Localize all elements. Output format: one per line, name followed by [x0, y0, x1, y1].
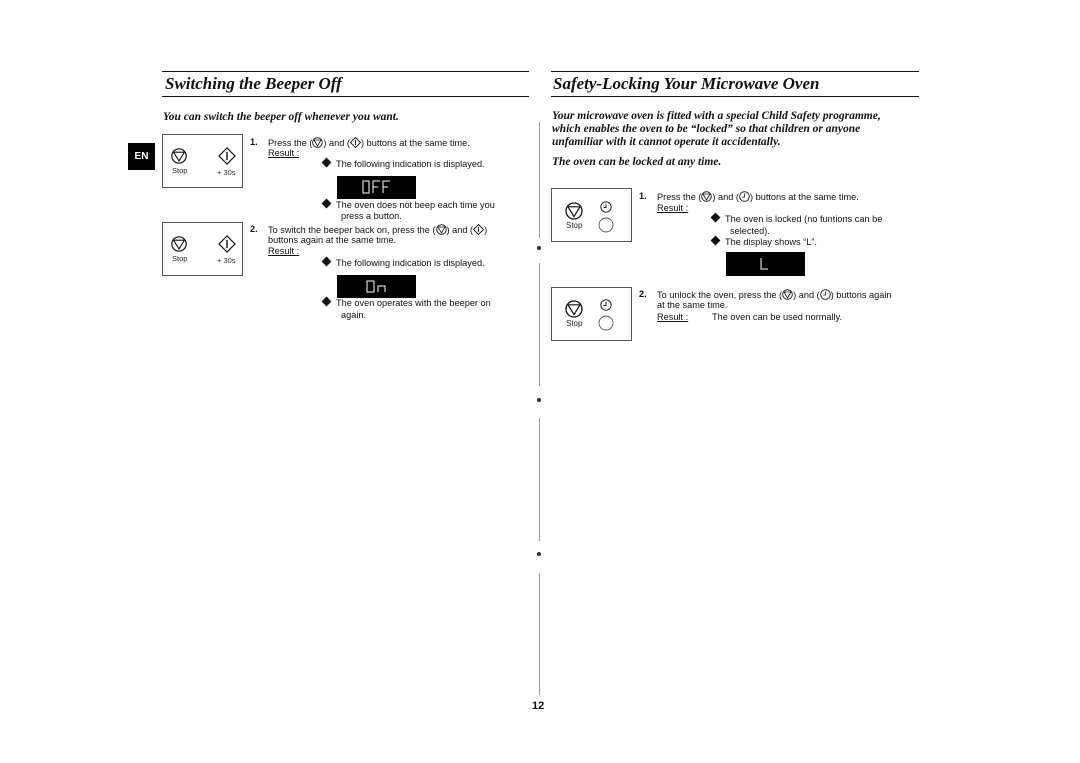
control-panel-illustration-3: Stop — [551, 188, 632, 242]
control-panel-illustration-1: Stop + 30s — [162, 134, 243, 188]
right-step1-bullet2: The display shows “L”. — [710, 235, 817, 248]
left-step1-result-label: Result : — [268, 148, 300, 158]
text-segment: ) — [484, 225, 488, 235]
right-step2-result-label: Result : — [657, 312, 689, 322]
dial-button-icon — [598, 315, 614, 331]
center-divider-segment — [539, 122, 540, 238]
language-tab-en: EN — [128, 143, 155, 170]
lcd-text-off — [362, 180, 390, 194]
left-step2-instruction-cont: buttons again at the same time. — [268, 235, 397, 245]
bullet-text: The display shows “L”. — [725, 237, 817, 247]
text-segment: ) buttons at the same time. — [360, 138, 470, 148]
right-intro-2: The oven can be locked at any time. — [552, 156, 722, 168]
dial-button-icon — [598, 217, 614, 233]
text-segment: To switch the beeper back on, press the … — [268, 225, 436, 235]
bullet-icon — [710, 212, 721, 223]
plus30-label: + 30s — [217, 256, 236, 265]
center-divider-segment — [539, 263, 540, 386]
lcd-text-on — [366, 280, 386, 293]
binding-dot — [537, 246, 541, 250]
right-step2-instruction-cont: at the same time. — [657, 300, 728, 310]
bullet-icon — [321, 198, 332, 209]
bullet-text: The following indication is displayed. — [336, 258, 485, 268]
lcd-text-l — [760, 258, 768, 270]
right-intro-line2: which enables the oven to be “locked” so… — [552, 123, 861, 135]
bullet-icon — [321, 157, 332, 168]
left-step1-bullet2: The oven does not beep each time you — [321, 198, 495, 211]
right-step1-number: 1. — [639, 191, 647, 201]
left-step2-bullet2: The oven operates with the beeper on — [321, 296, 491, 309]
left-step2-bullet2-cont: again. — [341, 310, 367, 320]
stop-label: Stop — [566, 319, 583, 328]
start-plus30-icon — [218, 147, 236, 165]
left-step2-bullet1: The following indication is displayed. — [321, 256, 485, 269]
text-segment: ) buttons again — [830, 290, 892, 300]
text-segment: ) and ( — [712, 192, 739, 202]
right-step1-instruction: Press the ( ) and ( ) buttons at the same … — [657, 191, 859, 203]
clock-icon — [739, 191, 750, 202]
bullet-icon — [321, 296, 332, 307]
right-intro-line3: unfamiliar with it cannot operate it acc… — [552, 136, 781, 148]
clock-icon — [600, 299, 612, 311]
right-title-top-rule — [551, 71, 919, 72]
text-segment: ) and ( — [793, 290, 820, 300]
lcd-display-on — [337, 275, 416, 298]
left-intro: You can switch the beeper off whenever y… — [163, 111, 399, 123]
text-segment: Press the ( — [268, 138, 313, 148]
bullet-icon — [321, 256, 332, 267]
control-panel-illustration-2: Stop + 30s — [162, 222, 243, 276]
right-title-bottom-rule — [551, 96, 919, 97]
bullet-text: The oven does not beep each time you — [336, 200, 495, 210]
start-plus30-icon — [218, 235, 236, 253]
right-intro-line1: Your microwave oven is fitted with a spe… — [552, 110, 881, 122]
stop-label: Stop — [566, 221, 583, 230]
bullet-text: The oven operates with the beeper on — [336, 298, 491, 308]
stop-label: Stop — [172, 254, 188, 263]
right-section-title: Safety-Locking Your Microwave Oven — [553, 74, 820, 93]
lcd-display-l — [726, 252, 805, 276]
stop-icon — [312, 137, 324, 148]
stop-icon — [171, 236, 187, 252]
text-segment: ) and ( — [446, 225, 474, 235]
clock-icon — [819, 289, 831, 300]
right-step2-result-text: The oven can be used normally. — [712, 312, 843, 322]
right-step1-bullet1-cont: selected). — [730, 226, 770, 236]
stop-icon — [171, 148, 187, 164]
stop-icon — [782, 289, 793, 300]
binding-dot — [537, 552, 541, 556]
right-step1-bullet1: The oven is locked (no funtions can be — [710, 212, 883, 225]
bullet-icon — [710, 235, 721, 246]
page-number: 12 — [532, 700, 545, 712]
left-step2-result-label: Result : — [268, 246, 300, 256]
stop-icon — [701, 191, 713, 202]
left-section-title: Switching the Beeper Off — [165, 74, 342, 93]
clock-icon — [600, 201, 612, 213]
text-segment: Press the ( — [657, 192, 702, 202]
left-title-top-rule — [162, 71, 529, 72]
text-segment: ) and ( — [323, 138, 350, 148]
text-segment: To unlock the oven, press the ( — [657, 290, 783, 300]
stop-label: Stop — [172, 166, 188, 175]
left-step1-number: 1. — [250, 137, 258, 147]
plus30-label: + 30s — [217, 168, 236, 177]
right-step2-number: 2. — [639, 289, 647, 299]
center-divider-segment — [539, 418, 540, 541]
center-divider-segment — [539, 573, 540, 695]
stop-icon — [565, 300, 583, 318]
start-plus30-icon — [472, 223, 485, 236]
bullet-text: The following indication is displayed. — [336, 159, 485, 169]
start-plus30-icon — [349, 136, 362, 149]
right-step1-result-label: Result : — [657, 203, 689, 213]
left-step1-bullet1: The following indication is displayed. — [321, 157, 485, 170]
stop-icon — [565, 202, 583, 220]
bullet-text: The oven is locked (no funtions can be — [725, 214, 883, 224]
stop-icon — [435, 224, 447, 235]
lcd-display-off — [337, 176, 416, 199]
binding-dot — [537, 398, 541, 402]
text-segment: ) buttons at the same time. — [749, 192, 859, 202]
left-step1-bullet2-cont: press a button. — [341, 211, 402, 221]
left-title-bottom-rule — [162, 96, 529, 97]
left-step2-number: 2. — [250, 224, 258, 234]
control-panel-illustration-4: Stop — [551, 287, 632, 341]
